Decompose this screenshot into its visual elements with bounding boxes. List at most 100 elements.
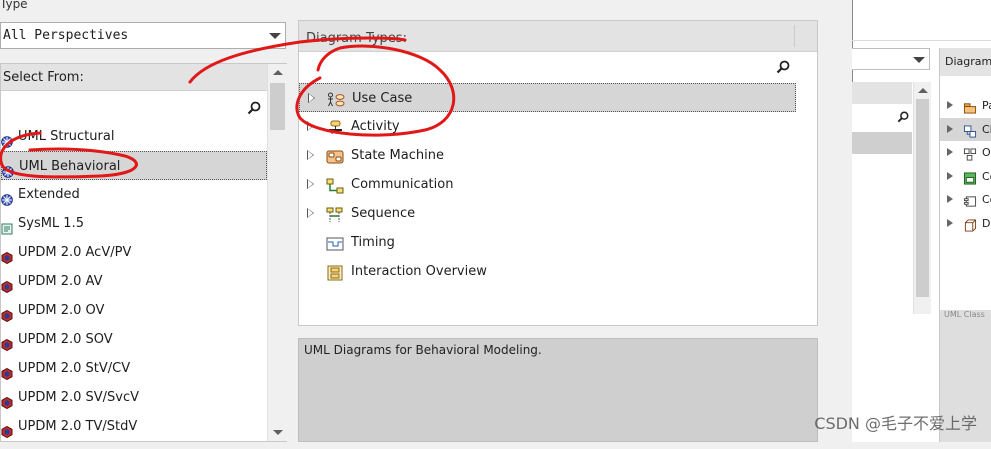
communication-diagram-icon: [326, 176, 344, 194]
uml-globe-icon: [1, 188, 13, 206]
diagram-type-label: Interaction Overview: [351, 264, 487, 279]
select-from-scrollbar[interactable]: [267, 64, 287, 441]
expand-arrow-icon[interactable]: [947, 124, 953, 133]
diagram-type-label: Sequence: [351, 206, 416, 221]
select-from-item[interactable]: UML Behavioral: [1, 151, 267, 180]
background-diagram-label: Cl: [982, 122, 991, 136]
diagram-types-list: Use Case Activity State Machine Communicati…: [299, 83, 817, 286]
diagram-type-item[interactable]: State Machine: [299, 141, 796, 170]
updm-hexagon-icon: [1, 246, 13, 265]
activity-diagram-icon: [326, 118, 344, 134]
search-icon[interactable]: [897, 111, 909, 123]
background-diagram-item[interactable]: Co: [940, 188, 991, 212]
select-from-item-label: UPDM 2.0 OV: [18, 303, 105, 318]
diagram-type-item[interactable]: Communication: [299, 170, 796, 199]
composite-icon: [963, 170, 977, 185]
expand-arrow-icon[interactable]: [947, 171, 953, 180]
perspective-select[interactable]: All Perspectives: [0, 22, 286, 49]
class-icon: [963, 123, 977, 138]
background-select[interactable]: [852, 48, 930, 70]
diagram-type-item[interactable]: Timing: [299, 228, 796, 257]
expand-arrow-icon[interactable]: [307, 121, 314, 131]
select-from-item[interactable]: UPDM 2.0 TV/StdV: [1, 412, 267, 441]
background-scrollbar[interactable]: [913, 82, 931, 314]
select-from-item[interactable]: UPDM 2.0 OV: [1, 296, 267, 325]
sequence-diagram-icon: [326, 205, 344, 222]
scroll-thumb[interactable]: [916, 99, 929, 297]
diagram-type-item[interactable]: Sequence: [299, 199, 796, 228]
search-icon[interactable]: [776, 60, 790, 74]
select-from-item-label: Extended: [18, 187, 80, 202]
select-from-header: Select From:: [1, 64, 267, 91]
updm-hexagon-icon: [1, 420, 13, 439]
diagram-type-item[interactable]: Use Case: [299, 83, 796, 112]
scroll-thumb[interactable]: [270, 83, 285, 130]
scroll-up-button[interactable]: [914, 82, 931, 99]
expand-arrow-icon[interactable]: [308, 93, 315, 103]
select-from-item-label: UML Behavioral: [19, 159, 121, 174]
updm-hexagon-icon: [1, 304, 13, 323]
search-icon[interactable]: [247, 101, 261, 115]
diagram-type-label: Timing: [351, 235, 395, 250]
select-from-item-label: UPDM 2.0 SOV: [18, 332, 113, 347]
object-icon: [963, 146, 977, 161]
deployment-icon: [963, 217, 977, 232]
description-panel: UML Diagrams for Behavioral Modeling.: [298, 338, 818, 442]
select-from-item[interactable]: SysML 1.5: [1, 209, 267, 238]
background-diagram-label: Pa: [982, 99, 991, 112]
background-diagram-label: De: [982, 216, 991, 230]
background-diagram-item[interactable]: Co: [940, 165, 991, 189]
select-from-item[interactable]: UPDM 2.0 StV/CV: [1, 354, 267, 383]
select-from-item-label: UPDM 2.0 TV/StdV: [18, 419, 138, 434]
diagram-type-item[interactable]: Activity: [299, 112, 796, 141]
updm-hexagon-icon: [1, 333, 13, 352]
background-diagram-item[interactable]: Cl: [940, 117, 991, 141]
background-diagram-list: Pa Cl Ol Co Co De: [940, 94, 991, 235]
scroll-up-button[interactable]: [268, 64, 287, 81]
select-from-item[interactable]: UML Structural: [1, 122, 267, 151]
component-icon: [963, 193, 977, 207]
background-diagram-panel: Diagram PaClOlCoCoDe UML Class: [939, 48, 991, 442]
updm-hexagon-icon: [1, 275, 13, 294]
state-machine-diagram-icon: [326, 147, 344, 164]
package-icon: [963, 99, 977, 114]
expand-arrow-icon[interactable]: [947, 218, 953, 227]
expand-arrow-icon[interactable]: [307, 208, 314, 218]
select-from-item[interactable]: UPDM 2.0 SOV: [1, 325, 267, 354]
expand-arrow-icon[interactable]: [947, 148, 953, 156]
select-from-item-label: UPDM 2.0 SV/SvcV: [18, 390, 140, 405]
expand-arrow-icon[interactable]: [947, 195, 953, 203]
expand-arrow-icon[interactable]: [947, 101, 953, 109]
chevron-down-icon[interactable]: [913, 57, 925, 63]
background-selected-row[interactable]: [852, 132, 912, 154]
background-diagram-item[interactable]: Ol: [940, 141, 991, 165]
header-divider: [794, 25, 795, 47]
background-diagram-item[interactable]: Pa: [940, 94, 991, 118]
use-case-diagram-icon: [327, 90, 345, 107]
scroll-down-button[interactable]: [268, 424, 287, 441]
diagram-types-header: Diagram Types:: [299, 21, 817, 52]
expand-arrow-icon[interactable]: [307, 150, 314, 160]
expand-arrow-icon[interactable]: [307, 179, 314, 189]
diagram-type-label: Communication: [351, 177, 454, 192]
background-diagram-item[interactable]: De: [940, 212, 991, 236]
diagram-type-label: State Machine: [351, 148, 444, 163]
updm-hexagon-icon: [1, 391, 13, 410]
timing-diagram-icon: [326, 234, 344, 251]
background-panel-header: [852, 82, 912, 104]
perspective-select-value: All Perspectives: [3, 28, 129, 43]
select-from-item[interactable]: UPDM 2.0 SV/SvcV: [1, 383, 267, 412]
chevron-down-icon[interactable]: [269, 33, 281, 39]
select-from-item[interactable]: UPDM 2.0 AcV/PV: [1, 238, 267, 267]
interaction-overview-diagram-icon: [326, 263, 344, 281]
select-from-item[interactable]: Extended: [1, 180, 267, 209]
sysml-icon: [1, 217, 13, 235]
select-from-item-label: UPDM 2.0 StV/CV: [18, 361, 131, 376]
select-from-item[interactable]: UPDM 2.0 AV: [1, 267, 267, 296]
watermark: CSDN @毛子不爱上学: [814, 414, 977, 433]
type-label: Type: [0, 0, 28, 11]
select-from-panel: Select From: UML Structural UML Behaviora…: [0, 63, 287, 442]
diagram-type-item[interactable]: Interaction Overview: [299, 257, 796, 286]
background-diagram-label: Co: [982, 193, 991, 206]
select-from-list: UML Structural UML Behavioral Extended SysM…: [1, 122, 267, 441]
